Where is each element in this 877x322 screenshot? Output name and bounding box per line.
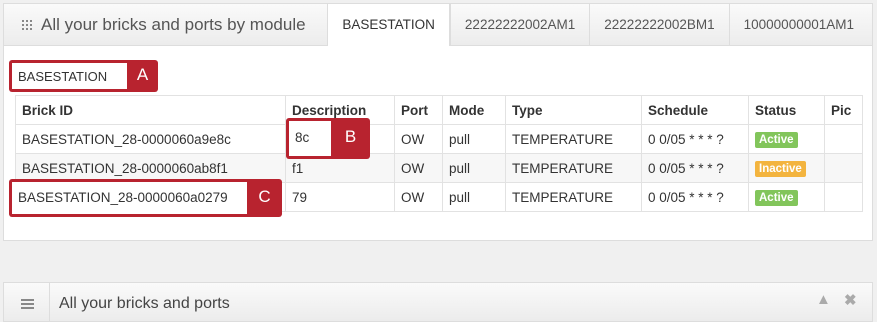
callout-c: BASESTATION_28-0000060a0279 C [9,179,282,217]
tab-22222222002bm1[interactable]: 22222222002BM1 [589,4,728,45]
port-cell: OW [394,182,443,212]
schedule-cell: 0 0/05 * * * ? [641,124,749,154]
schedule-cell: 0 0/05 * * * ? [641,182,749,212]
column-header-type[interactable]: Type [505,95,642,125]
pic-cell [824,153,863,183]
status-badge: Active [755,131,798,148]
callout-a-label: A [136,65,149,84]
port-cell: OW [394,124,443,154]
description-cell[interactable]: 79 [285,182,395,212]
column-header-mode[interactable]: Mode [442,95,506,125]
tab-22222222002am1[interactable]: 22222222002AM1 [449,4,589,45]
callout-b-text: 8c [295,130,310,145]
status-cell: Inactive [748,153,825,183]
close-icon[interactable]: ✖ [844,291,857,309]
schedule-cell: 0 0/05 * * * ? [641,153,749,183]
list-icon [21,299,34,309]
type-cell: TEMPERATURE [505,182,642,212]
table-header-row: Brick ID Description Port Mode Type Sche… [15,95,863,125]
status-badge: Active [755,189,798,206]
tab-basestation[interactable]: BASESTATION [327,4,450,46]
bricks-panel-header: All your bricks and ports ▲ ✖ [3,282,873,322]
status-cell: Active [748,124,825,154]
status-badge: Inactive [755,160,806,177]
module-tabs: BASESTATION 22222222002AM1 22222222002BM… [327,4,868,46]
callout-a: A [9,60,158,92]
type-cell: TEMPERATURE [505,124,642,154]
port-cell: OW [394,153,443,183]
callout-b: 8c B [286,118,370,159]
tab-10000000001am1[interactable]: 10000000001AM1 [728,4,868,45]
bricks-panel-title: All your bricks and ports [59,295,230,312]
column-header-brick-id[interactable]: Brick ID [15,95,286,125]
column-header-status[interactable]: Status [748,95,825,125]
column-header-schedule[interactable]: Schedule [641,95,749,125]
pic-cell [824,182,863,212]
callout-c-text: BASESTATION_28-0000060a0279 [18,190,228,205]
callout-c-window: BASESTATION_28-0000060a0279 [12,182,247,214]
grid-icon [22,20,32,30]
module-panel: All your bricks and ports by module BASE… [3,3,873,241]
column-header-pic[interactable]: Pic [824,95,863,125]
column-header-port[interactable]: Port [394,95,443,125]
callout-b-window: 8c [289,121,331,156]
status-cell: Active [748,182,825,212]
filter-input[interactable] [12,63,127,89]
mode-cell: pull [442,182,506,212]
module-panel-header: All your bricks and ports by module BASE… [4,4,872,46]
callout-b-label: B [344,127,357,146]
mode-cell: pull [442,124,506,154]
callout-c-label: C [258,187,271,206]
mode-cell: pull [442,153,506,183]
type-cell: TEMPERATURE [505,153,642,183]
chevron-up-icon[interactable]: ▲ [816,291,831,308]
header-divider [49,283,50,321]
brick-id-cell: BASESTATION_28-0000060a9e8c [15,124,286,154]
table-row[interactable]: BASESTATION_28-0000060a9e8c 8c OW pull T… [15,124,863,154]
module-panel-title: All your bricks and ports by module [41,15,306,34]
pic-cell [824,124,863,154]
